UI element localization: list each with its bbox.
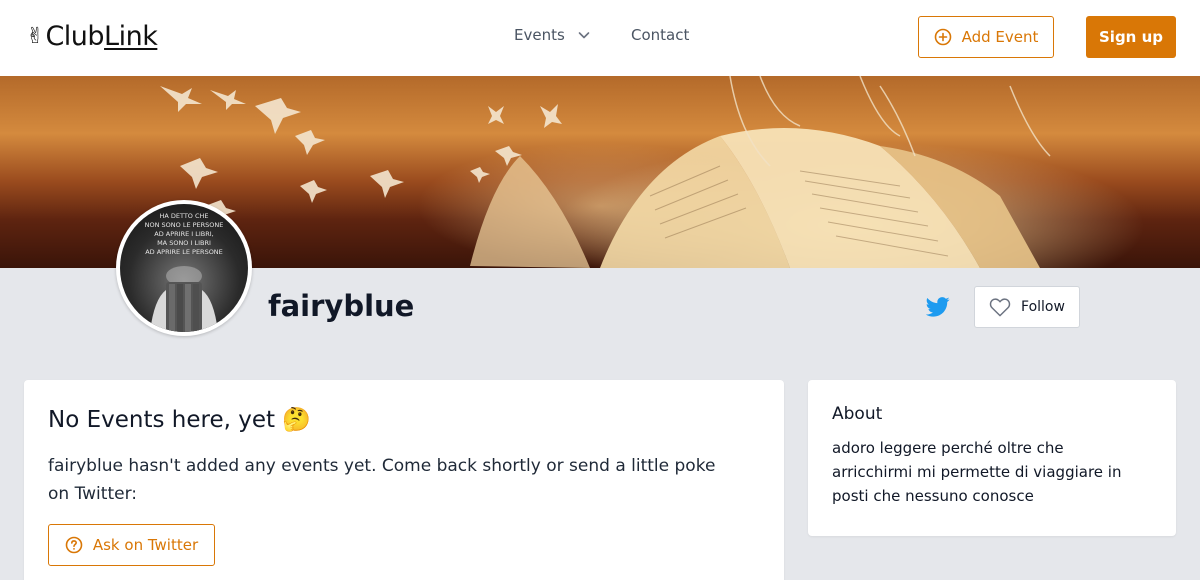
nav-events-dropdown[interactable]: Events: [514, 26, 591, 44]
avatar-text-line-1: HA DETTO CHE: [159, 212, 208, 220]
nav-events-label: Events: [514, 26, 565, 44]
follow-button[interactable]: Follow: [974, 286, 1080, 328]
victory-hand-icon: ✌: [26, 24, 45, 49]
site-header: ✌ ClubLink Events Contact Add Event Sign…: [0, 0, 1200, 76]
ask-on-twitter-label: Ask on Twitter: [92, 536, 199, 554]
avatar-image: HA DETTO CHE NON SONO LE PERSONE AD APRI…: [120, 204, 248, 332]
avatar-text-line-4: MA SONO I LIBRI: [157, 239, 211, 247]
add-event-button[interactable]: Add Event: [918, 16, 1054, 58]
logo-text-club: Club: [45, 21, 105, 52]
follow-label: Follow: [1021, 299, 1065, 315]
about-text: adoro leggere perché oltre che arricchir…: [832, 439, 1122, 505]
plus-circle-icon: [934, 28, 951, 46]
signup-button[interactable]: Sign up: [1086, 16, 1176, 58]
chevron-down-icon: [578, 32, 590, 39]
question-circle-icon: [65, 536, 83, 554]
heart-icon: [989, 298, 1011, 317]
about-card: About adoro leggere perché oltre che arr…: [808, 380, 1176, 536]
profile-avatar: HA DETTO CHE NON SONO LE PERSONE AD APRI…: [116, 200, 252, 336]
ask-on-twitter-button[interactable]: Ask on Twitter: [48, 524, 215, 566]
twitter-icon[interactable]: [925, 296, 950, 318]
avatar-text-line-5: AD APRIRE LE PERSONE: [145, 248, 223, 256]
nav-contact-link[interactable]: Contact: [631, 26, 689, 44]
profile-name: fairyblue: [268, 289, 415, 323]
no-events-title: No Events here, yet 🤔: [48, 407, 311, 433]
avatar-text-line-2: NON SONO LE PERSONE: [145, 221, 224, 229]
add-event-label: Add Event: [961, 28, 1039, 46]
avatar-artwork: HA DETTO CHE NON SONO LE PERSONE AD APRI…: [145, 212, 224, 332]
events-card: No Events here, yet 🤔 fairyblue hasn't a…: [24, 380, 784, 580]
logo-text-link: Link: [104, 21, 158, 52]
no-events-message: fairyblue hasn't added any events yet. C…: [48, 456, 716, 504]
logo-text: ClubLink: [45, 22, 157, 52]
about-title: About: [832, 404, 883, 424]
avatar-text-line-3: AD APRIRE I LIBRI,: [154, 230, 214, 238]
clublink-logo[interactable]: ✌ ClubLink: [26, 22, 158, 52]
